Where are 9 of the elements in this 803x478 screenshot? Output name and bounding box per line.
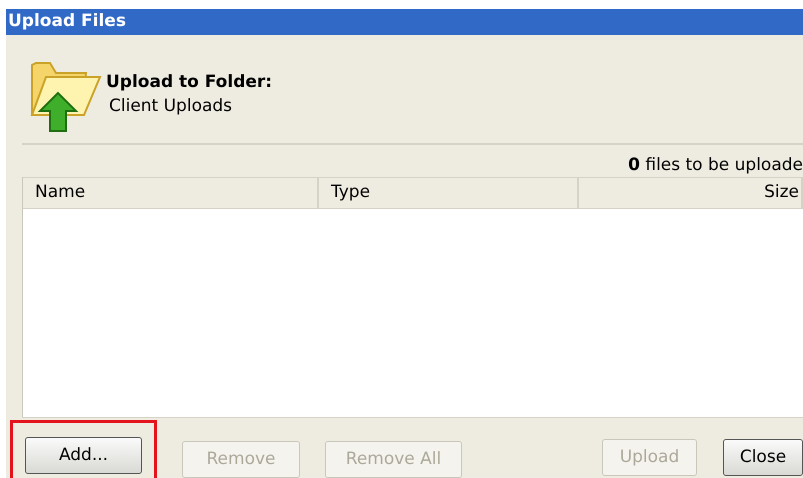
column-header[interactable]: Name — [23, 178, 319, 208]
column-header[interactable]: Size — [579, 178, 803, 208]
dialog-button[interactable]: Add... — [25, 437, 142, 474]
dialog-button[interactable]: Close — [723, 439, 803, 476]
destination-heading: Upload to Folder: — [106, 70, 272, 94]
window-title: Upload Files — [8, 10, 126, 33]
column-header[interactable]: Type — [319, 178, 579, 208]
file-count-status: 0 files to be uploade — [628, 154, 803, 178]
folder-name: Client Uploads — [109, 94, 234, 118]
